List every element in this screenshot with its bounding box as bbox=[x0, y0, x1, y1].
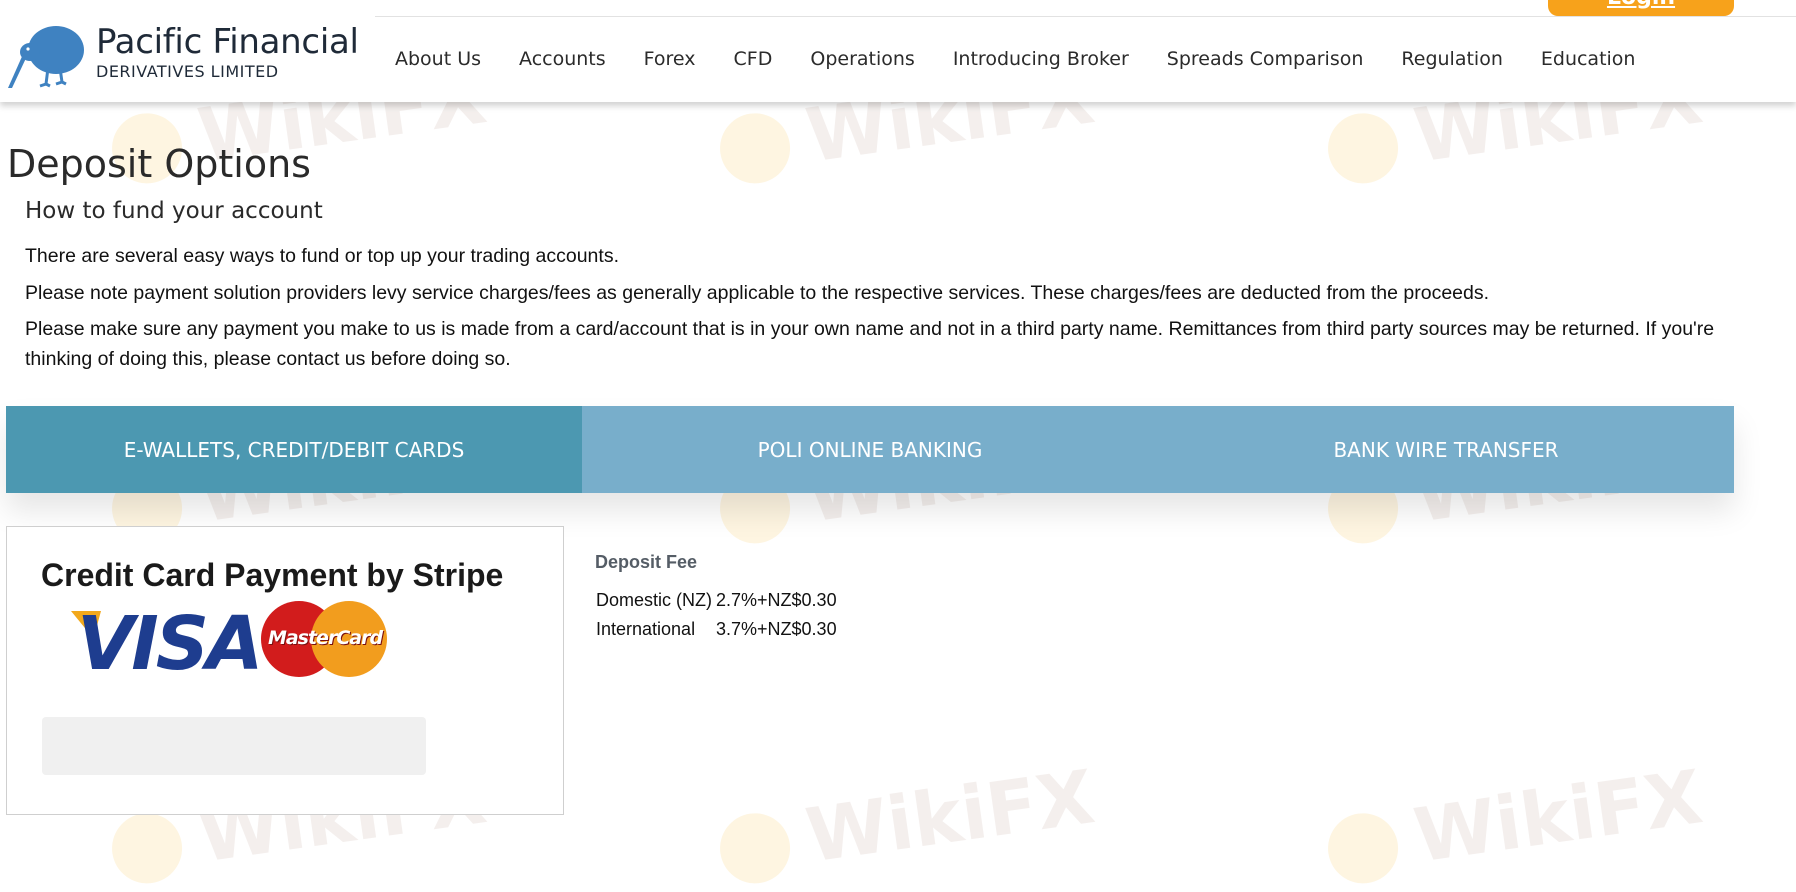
kiwi-bird-icon bbox=[8, 26, 84, 88]
nav-item-regulation[interactable]: Regulation bbox=[1382, 48, 1521, 70]
tab-poli-online-banking[interactable]: POLI ONLINE BANKING bbox=[582, 406, 1158, 493]
deposit-fee-heading: Deposit Fee bbox=[595, 552, 698, 572]
nav-item-education[interactable]: Education bbox=[1522, 48, 1655, 70]
nav-item-cfd[interactable]: CFD bbox=[715, 48, 792, 70]
nav-item-forex[interactable]: Forex bbox=[625, 48, 715, 70]
page-subtitle: How to fund your account bbox=[25, 198, 323, 224]
main-nav: About Us Accounts Forex CFD Operations I… bbox=[376, 48, 1654, 70]
mastercard-logo: MasterCard bbox=[261, 601, 387, 677]
site-header: Pacific Financial DERIVATIVES LIMITED Lo… bbox=[0, 0, 1796, 102]
brand-subtitle: DERIVATIVES LIMITED bbox=[96, 62, 279, 81]
deposit-fee-table: Domestic (NZ) 2.7%+NZ$0.30 International… bbox=[594, 586, 839, 644]
watermark: WikiFX bbox=[1322, 754, 1707, 892]
fee-value: 2.7%+NZ$0.30 bbox=[716, 590, 837, 610]
watermark-logo-icon bbox=[1323, 809, 1403, 889]
watermark-logo-icon bbox=[715, 809, 795, 889]
fee-value: 3.7%+NZ$0.30 bbox=[716, 619, 837, 639]
watermark: WikiFX bbox=[714, 754, 1099, 892]
brand-name: Pacific Financial bbox=[96, 22, 359, 62]
mastercard-label: MasterCard bbox=[267, 627, 383, 649]
brand-logo[interactable]: Pacific Financial DERIVATIVES LIMITED bbox=[6, 22, 359, 92]
nav-item-introducing-broker[interactable]: Introducing Broker bbox=[934, 48, 1148, 70]
third-party-note-paragraph: Please make sure any payment you make to… bbox=[25, 318, 1715, 370]
tab-bank-wire-transfer[interactable]: BANK WIRE TRANSFER bbox=[1158, 406, 1734, 493]
visa-logo: VISA bbox=[77, 601, 263, 687]
intro-paragraph: There are several easy ways to fund or t… bbox=[25, 245, 619, 267]
fee-region: International bbox=[596, 619, 696, 639]
tab-e-wallets-cards[interactable]: E-WALLETS, CREDIT/DEBIT CARDS bbox=[6, 406, 582, 493]
watermark-logo-icon bbox=[1323, 109, 1403, 189]
card-panel-title: Credit Card Payment by Stripe bbox=[41, 557, 504, 593]
deposit-method-tabs: E-WALLETS, CREDIT/DEBIT CARDS POLI ONLIN… bbox=[6, 406, 1734, 493]
watermark-logo-icon bbox=[107, 809, 187, 889]
header-divider bbox=[375, 16, 1796, 17]
nav-item-accounts[interactable]: Accounts bbox=[500, 48, 625, 70]
table-row: Domestic (NZ) 2.7%+NZ$0.30 bbox=[594, 586, 839, 615]
credit-card-panel: Credit Card Payment by Stripe VISA Maste… bbox=[6, 526, 564, 815]
page-title: Deposit Options bbox=[7, 142, 311, 186]
nav-item-about-us[interactable]: About Us bbox=[376, 48, 500, 70]
fee-region: Domestic (NZ) bbox=[596, 590, 712, 610]
nav-item-spreads-comparison[interactable]: Spreads Comparison bbox=[1148, 48, 1383, 70]
nav-item-operations[interactable]: Operations bbox=[791, 48, 933, 70]
watermark-logo-icon bbox=[715, 109, 795, 189]
login-button[interactable]: Login bbox=[1548, 0, 1734, 16]
stripe-payment-button[interactable] bbox=[42, 717, 426, 775]
fees-note-paragraph: Please note payment solution providers l… bbox=[25, 282, 1490, 304]
table-row: International 3.7%+NZ$0.30 bbox=[594, 615, 839, 644]
